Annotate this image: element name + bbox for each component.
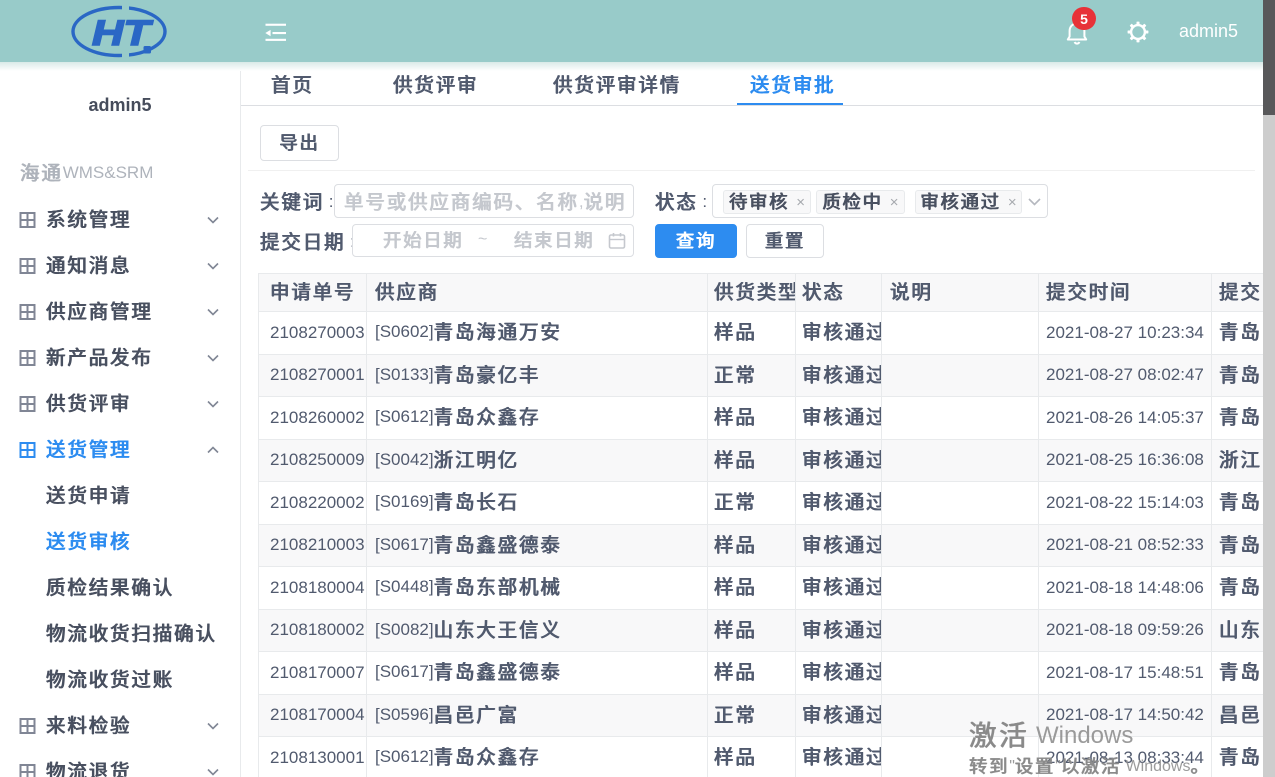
svg-text:HT: HT <box>92 14 153 53</box>
